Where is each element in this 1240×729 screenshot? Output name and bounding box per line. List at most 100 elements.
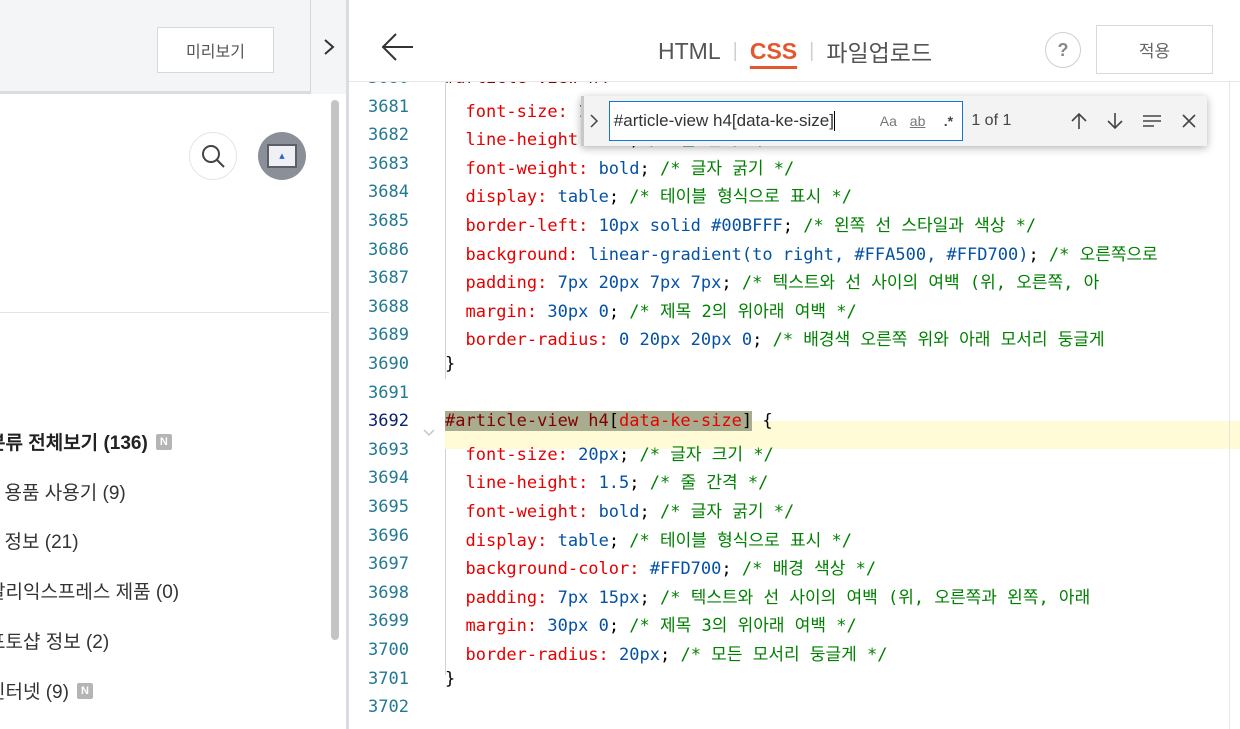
code-line: margin: 30px 0; /* 제목 2의 위아래 여백 */ [445, 297, 856, 322]
close-find-button[interactable] [1170, 103, 1207, 139]
toggle-replace-button[interactable] [581, 96, 605, 146]
close-icon [1182, 114, 1196, 128]
semicolon: ; [608, 616, 630, 637]
code-line: font-size: 20px; /* 글자 크기 */ [445, 440, 773, 465]
regex-icon[interactable]: .* [944, 113, 953, 129]
code-line: background: linear-gradient(to right, #F… [445, 240, 1158, 265]
blog-search-button[interactable] [189, 132, 237, 180]
category-item[interactable]: 분류 전체보기 (136) N [0, 428, 172, 455]
back-arrow-icon[interactable] [381, 30, 415, 64]
help-button[interactable]: ? [1045, 32, 1081, 68]
css-selector: #article-view h4 [445, 82, 609, 88]
line-number: 3691 [368, 382, 409, 403]
css-comment: /* 글자 굵기 */ [660, 502, 795, 522]
semicolon: ; [639, 587, 660, 608]
line-number: 3684 [368, 182, 409, 203]
match-case-icon[interactable]: Aa [880, 113, 897, 129]
whole-word-icon[interactable]: ab [910, 113, 926, 129]
css-value: #FFD700 [649, 559, 722, 580]
css-comment: /* 오른쪽으로 [1048, 244, 1158, 265]
css-property: line-height: [465, 130, 589, 151]
css-comment: /* 테이블 형식으로 표시 */ [629, 530, 852, 551]
bracket: [ [608, 411, 620, 432]
fold-chevron-icon[interactable] [421, 425, 437, 441]
category-item[interactable]: T 용품 사용기 (9) [0, 478, 126, 505]
css-property: display: [465, 187, 548, 208]
category-item[interactable]: 포토샵 정보 (2) [0, 627, 109, 654]
editor-header: HTML | CSS | 파일업로드 ? 적용 [349, 0, 1240, 82]
collapse-panel-button[interactable] [310, 0, 346, 94]
semicolon: ; [721, 273, 742, 294]
css-property: border-radius: [465, 330, 609, 351]
css-property: padding: [465, 587, 548, 608]
css-property: font-size: [465, 101, 568, 122]
avatar[interactable]: ▲ [258, 132, 306, 180]
category-label: T 정보 (21) [0, 532, 79, 553]
tab-separator: | [809, 39, 815, 62]
category-label: 알리익스프레스 제품 (0) [0, 582, 180, 603]
category-item[interactable]: T 정보 (21) [0, 527, 79, 554]
find-in-selection-button[interactable] [1134, 103, 1171, 139]
css-value: 7px 20px 7px 7px [557, 273, 722, 294]
css-value: 20px [578, 444, 620, 465]
line-number: 3696 [368, 525, 409, 546]
tab-file-upload[interactable]: 파일업로드 [824, 34, 934, 68]
previous-match-button[interactable] [1060, 103, 1097, 139]
semicolon: ; [659, 645, 681, 665]
find-input[interactable]: #article-view h4[data-ke-size] Aa ab .* [608, 101, 964, 141]
chevron-right-icon [323, 39, 335, 55]
css-comment: /* 모든 모서리 둥글게 */ [680, 645, 888, 665]
css-comment: /* 왼쪽 선 스타일과 색상 */ [803, 216, 1037, 236]
category-item[interactable]: 인터넷 (9) N [0, 677, 93, 704]
match-count: 1 of 1 [971, 112, 1012, 129]
css-property: display: [465, 530, 548, 551]
search-icon [202, 145, 225, 168]
editor-tabs: HTML | CSS | 파일업로드 [656, 34, 934, 68]
semicolon: ; [639, 158, 660, 179]
css-property: line-height: [465, 473, 589, 494]
css-comment: /* 텍스트와 선 사이의 여백 (위, 오른쪽과 왼쪽, 아래 [660, 587, 1091, 608]
scrollbar-thumb[interactable] [331, 100, 339, 640]
tab-separator: | [732, 39, 738, 62]
css-property: background-color: [465, 559, 640, 580]
css-value: table [557, 530, 609, 551]
line-number: 3701 [368, 668, 409, 689]
preview-scrollbar[interactable] [329, 96, 342, 729]
tab-html[interactable]: HTML [656, 38, 723, 65]
line-number: 3685 [368, 211, 409, 231]
line-number: 3698 [368, 582, 409, 603]
css-attribute: data-ke-size [619, 411, 742, 432]
semicolon: ; [608, 530, 630, 551]
tab-css[interactable]: CSS [748, 38, 799, 65]
line-number: 3692 [368, 411, 409, 432]
css-value: 20px [619, 645, 660, 665]
apply-button[interactable]: 적용 [1096, 25, 1213, 74]
line-number: 3686 [368, 239, 409, 260]
css-property: font-weight: [465, 502, 589, 522]
line-number: 3687 [368, 268, 409, 289]
next-match-button[interactable] [1097, 103, 1134, 139]
category-item[interactable]: 알리익스프레스 제품 (0) [0, 577, 179, 604]
line-number: 3683 [368, 153, 409, 174]
new-badge: N [155, 433, 172, 450]
code-editor[interactable]: 3680#article-view h43681 font-size: 18px… [349, 82, 1240, 729]
semicolon: ; [608, 187, 630, 208]
preview-button[interactable]: 미리보기 [157, 27, 274, 73]
code-line: } [445, 669, 455, 689]
